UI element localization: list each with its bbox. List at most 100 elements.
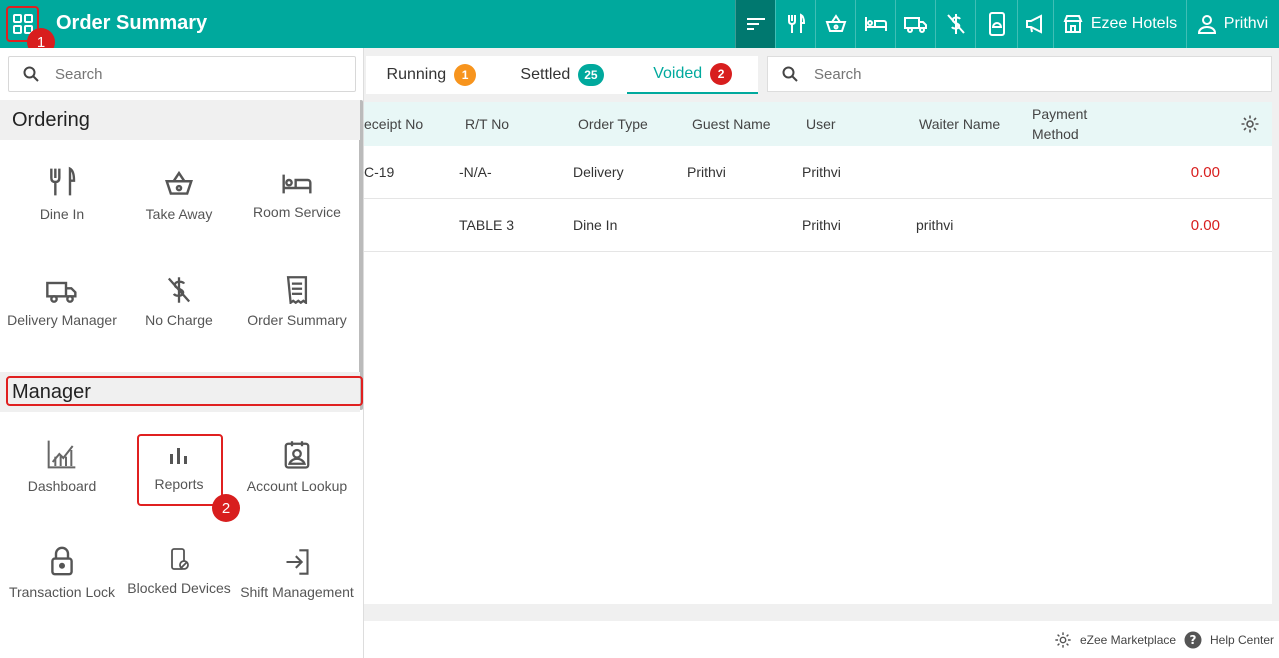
footer: eZee Marketplace ? Help Center — [364, 621, 1279, 658]
menu-no-charge-label: No Charge — [145, 312, 213, 328]
section-ordering: Ordering — [0, 100, 360, 140]
settled-count-badge: 25 — [578, 64, 604, 86]
order-summary-nav[interactable] — [735, 0, 775, 48]
menu-no-charge[interactable]: No Charge — [120, 276, 238, 330]
fork-knife-icon — [50, 166, 76, 196]
menu-delivery-manager[interactable]: Delivery Manager — [3, 278, 121, 330]
room-service-nav[interactable] — [855, 0, 895, 48]
menu-scrollbar[interactable] — [359, 100, 363, 410]
help-icon: ? — [1184, 631, 1202, 648]
menu-transaction-lock[interactable]: Transaction Lock — [3, 546, 121, 602]
col-receipt-no[interactable]: eceipt No — [364, 102, 423, 146]
gear-icon — [1241, 115, 1259, 133]
property-name: Ezee Hotels — [1090, 15, 1178, 32]
col-guest-name[interactable]: Guest Name — [692, 102, 771, 146]
menu-search-input[interactable] — [55, 65, 315, 83]
manager-highlight — [6, 376, 363, 406]
truck-icon — [46, 281, 77, 303]
table-row[interactable]: C-19 -N/A- Delivery Prithvi Prithvi 0.00 — [364, 146, 1272, 199]
cell-amount: 0.00 — [1190, 216, 1220, 234]
menu-order-summary-label: Order Summary — [247, 312, 347, 328]
phone-bell-icon — [988, 12, 1005, 36]
search-icon — [782, 66, 798, 82]
dine-in-nav[interactable] — [775, 0, 815, 48]
menu-dine-in[interactable]: Dine In — [3, 166, 121, 224]
order-search — [767, 56, 1272, 92]
cell-user: Prithvi — [802, 164, 841, 180]
blocked-device-icon — [171, 548, 189, 570]
delivery-nav[interactable] — [895, 0, 935, 48]
sort-lines-icon — [746, 18, 765, 30]
basket-icon — [165, 170, 193, 195]
tab-running[interactable]: Running 1 — [366, 56, 497, 94]
bed-icon — [864, 17, 887, 31]
status-tabs: Running 1 Settled 25 Voided 2 — [366, 56, 759, 94]
truck-icon — [903, 17, 927, 33]
menu-dashboard[interactable]: Dashboard — [3, 438, 121, 496]
announcement-nav[interactable] — [1017, 0, 1053, 48]
menu-shift-management[interactable]: Shift Management — [238, 548, 356, 602]
menu-room-service[interactable]: Room Service — [238, 172, 356, 222]
bed-icon — [282, 174, 312, 194]
menu-take-away-label: Take Away — [145, 206, 213, 222]
take-away-nav[interactable] — [815, 0, 855, 48]
lock-icon — [51, 546, 73, 576]
property-selector[interactable]: Ezee Hotels — [1053, 0, 1186, 48]
menu-order-summary[interactable]: Order Summary — [238, 276, 356, 330]
help-center-link[interactable]: ? Help Center — [1184, 621, 1274, 658]
menu-blocked-devices[interactable]: Blocked Devices — [120, 548, 238, 598]
menu-dine-in-label: Dine In — [39, 206, 85, 222]
col-waiter-name[interactable]: Waiter Name — [919, 102, 1000, 146]
app-menu-panel: Ordering Dine In Take Away Room Service … — [0, 48, 364, 658]
user-menu[interactable]: Prithvi — [1186, 0, 1279, 48]
no-dollar-icon — [946, 14, 965, 34]
receipt-icon — [286, 276, 308, 304]
cell-guest: Prithvi — [687, 164, 726, 180]
marketplace-link[interactable]: eZee Marketplace — [1054, 621, 1176, 658]
main-content: Running 1 Settled 25 Voided 2 eceipt No … — [364, 48, 1279, 658]
menu-account-lookup-label: Account Lookup — [246, 478, 348, 494]
cell-waiter: prithvi — [916, 217, 954, 233]
col-user[interactable]: User — [806, 102, 836, 146]
menu-room-service-label: Room Service — [253, 204, 341, 220]
menu-delivery-manager-label: Delivery Manager — [7, 312, 117, 328]
cell-rt-no: -N/A- — [459, 164, 492, 180]
no-charge-nav[interactable] — [935, 0, 975, 48]
shift-exit-icon — [286, 549, 309, 575]
order-search-input[interactable] — [814, 65, 1074, 83]
column-settings-button[interactable] — [1240, 102, 1260, 146]
fork-knife-icon — [787, 13, 805, 33]
tab-settled-label: Settled — [520, 66, 571, 83]
orders-table: eceipt No R/T No Order Type Guest Name U… — [364, 102, 1272, 604]
col-payment-method[interactable]: Payment Method — [1032, 102, 1112, 146]
line-chart-icon — [47, 440, 76, 469]
cell-order-type: Delivery — [573, 164, 624, 180]
menu-dashboard-label: Dashboard — [27, 478, 97, 494]
col-rt-no[interactable]: R/T No — [465, 102, 509, 146]
cell-user: Prithvi — [802, 217, 841, 233]
voided-count-badge: 2 — [710, 63, 733, 85]
running-count-badge: 1 — [454, 64, 477, 86]
col-order-type[interactable]: Order Type — [578, 102, 648, 146]
marketplace-label: eZee Marketplace — [1080, 632, 1177, 647]
menu-search — [8, 56, 356, 92]
table-row[interactable]: TABLE 3 Dine In Prithvi prithvi 0.00 — [364, 199, 1272, 252]
user-name: Prithvi — [1223, 15, 1269, 32]
tab-voided[interactable]: Voided 2 — [627, 56, 759, 94]
page-title: Order Summary — [56, 12, 208, 34]
tab-settled[interactable]: Settled 25 — [497, 56, 628, 94]
cell-receipt: C-19 — [364, 164, 395, 180]
step-badge-2: 2 — [212, 494, 240, 522]
table-header: eceipt No R/T No Order Type Guest Name U… — [364, 102, 1272, 146]
store-icon — [1063, 15, 1083, 33]
no-dollar-icon — [167, 277, 191, 303]
basket-icon — [825, 14, 846, 32]
top-bar: 1 Order Summary Ezee Hotels Prithvi — [0, 0, 1279, 56]
cell-amount: 0.00 — [1190, 163, 1220, 181]
gear-icon — [1055, 631, 1071, 648]
user-icon — [1197, 15, 1216, 34]
menu-take-away[interactable]: Take Away — [120, 170, 238, 224]
menu-account-lookup[interactable]: Account Lookup — [238, 440, 356, 496]
menu-blocked-devices-label: Blocked Devices — [127, 580, 231, 596]
room-service-bell-nav[interactable] — [975, 0, 1017, 48]
